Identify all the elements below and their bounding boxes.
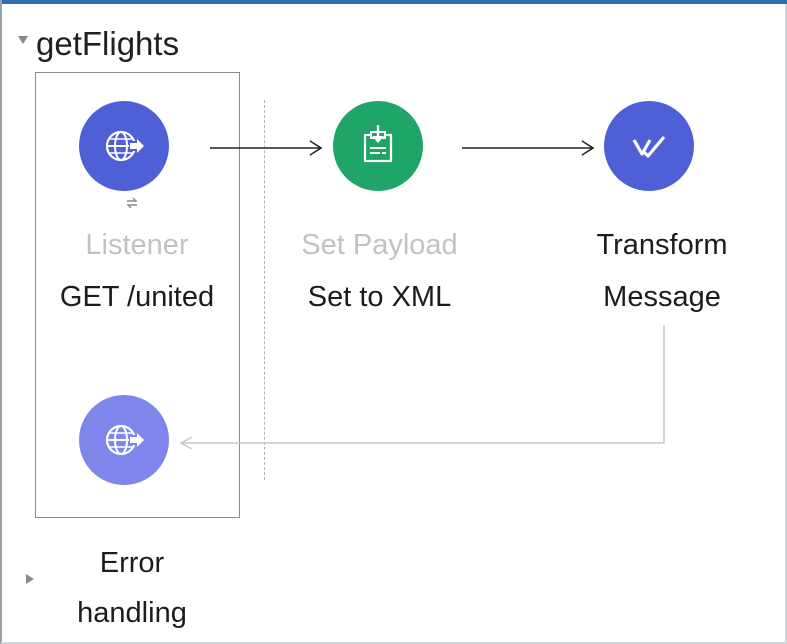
error-handling-label-line1[interactable]: Error [52,538,212,588]
clipboard-download-icon [363,125,393,163]
flow-collapse-icon[interactable] [18,36,28,44]
dataweave-icon [632,135,666,158]
listener-response-node[interactable] [79,395,169,485]
globe-arrow-icon [105,130,144,162]
error-handling-label-line2[interactable]: handling [52,588,212,638]
set-payload-node[interactable] [333,101,423,191]
source-process-divider [264,100,265,480]
canvas-top-border [2,0,787,4]
connector-transform-to-response [179,325,665,450]
transform-message-node[interactable] [604,101,694,191]
error-handling-expand-icon[interactable] [26,574,34,584]
flow-name[interactable]: getFlights [36,22,179,66]
listener-subtitle: GET /united [59,281,215,313]
sync-exchange-icon [121,192,143,214]
flow-canvas: getFlights Listener GET /united Set Payl… [0,0,787,644]
listener-node[interactable] [79,101,169,191]
globe-arrow-icon [105,424,144,456]
set-payload-subtitle: Set to XML [307,281,452,313]
listener-title: Listener [85,229,189,261]
set-payload-title: Set Payload [301,229,458,261]
transform-title-line1: Transform [596,229,728,261]
connector-payload-to-transform [462,140,595,156]
transform-title-line2: Message [603,281,721,313]
